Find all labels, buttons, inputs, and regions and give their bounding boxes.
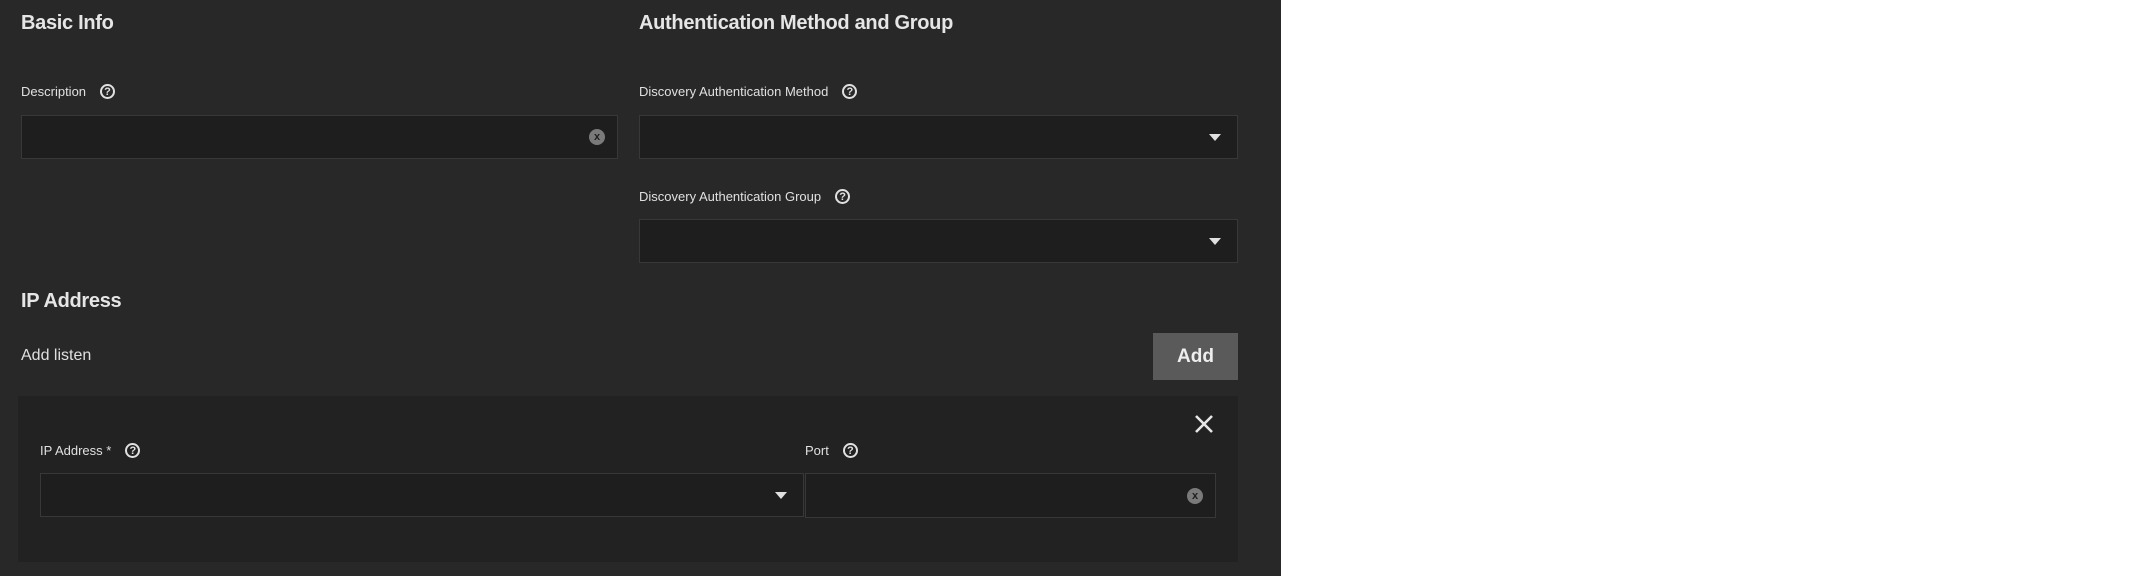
ip-address-label: IP Address *? (40, 443, 141, 458)
discovery-method-select[interactable] (639, 115, 1238, 159)
form-panel: Basic Info Authentication Method and Gro… (0, 0, 1281, 576)
clear-icon[interactable]: x (1187, 487, 1203, 504)
ip-address-label-text: IP Address * (40, 443, 112, 458)
close-icon[interactable] (1192, 412, 1216, 436)
discovery-group-label-text: Discovery Authentication Group (639, 189, 822, 204)
section-title-auth: Authentication Method and Group (639, 12, 954, 34)
help-icon[interactable]: ? (842, 443, 858, 458)
port-input[interactable]: x (805, 473, 1216, 518)
chevron-down-icon (1209, 238, 1221, 245)
ip-address-select[interactable] (40, 473, 804, 517)
clear-icon[interactable]: x (589, 129, 605, 145)
description-label-text: Description (21, 84, 87, 99)
section-title-ip-address: IP Address (21, 290, 122, 312)
port-label-text: Port (805, 443, 829, 458)
discovery-method-label: Discovery Authentication Method? (639, 84, 858, 99)
port-label: Port? (805, 443, 858, 458)
chevron-down-icon (775, 492, 787, 499)
section-title-basic-info: Basic Info (21, 12, 114, 34)
add-listen-label: Add listen (21, 347, 92, 364)
discovery-method-label-text: Discovery Authentication Method (639, 84, 829, 99)
help-icon[interactable]: ? (842, 84, 858, 99)
discovery-group-label: Discovery Authentication Group? (639, 189, 851, 204)
help-icon[interactable]: ? (100, 84, 116, 99)
help-icon[interactable]: ? (125, 443, 141, 458)
description-label: Description? (21, 84, 116, 99)
help-icon[interactable]: ? (835, 189, 851, 204)
add-button[interactable]: Add (1153, 333, 1238, 380)
discovery-group-select[interactable] (639, 219, 1238, 263)
chevron-down-icon (1209, 134, 1221, 141)
description-input[interactable]: x (21, 115, 618, 159)
